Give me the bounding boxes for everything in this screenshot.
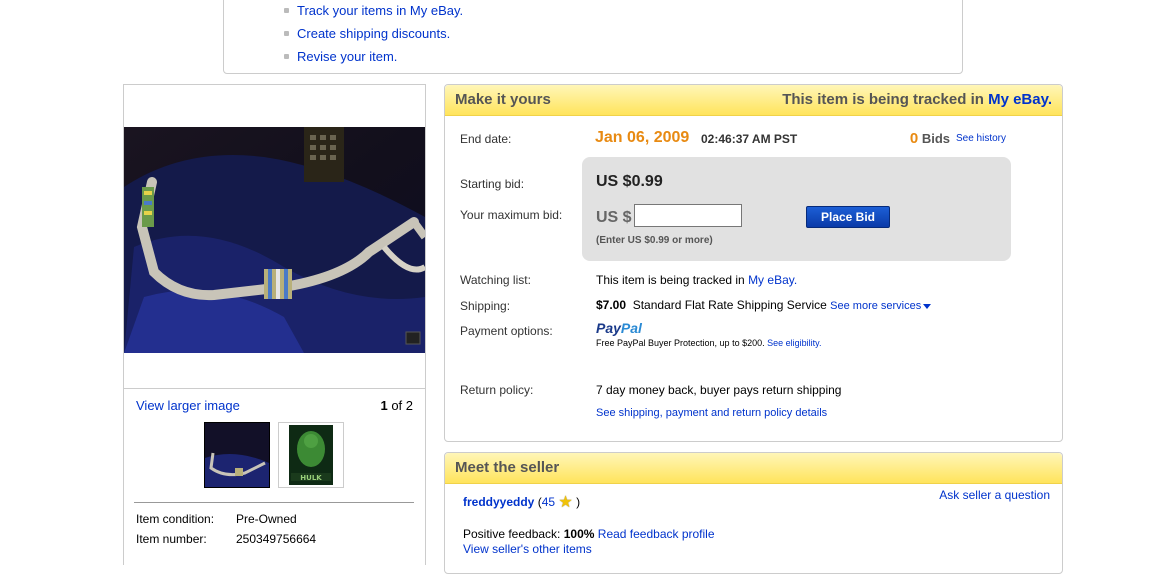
bid-hint: (Enter US $0.99 or more) — [596, 235, 713, 246]
track-items-link[interactable]: Track your items in My eBay. — [297, 3, 463, 18]
divider — [134, 502, 414, 503]
thumbnail-2[interactable]: HULK — [278, 422, 344, 488]
place-bid-button[interactable]: Place Bid — [806, 206, 890, 228]
item-gallery: View larger image 1 of 2 HULK Item condi… — [123, 84, 426, 565]
tracking-text: This item is being tracked in — [782, 91, 989, 108]
positive-feedback-value: 100% — [563, 527, 595, 541]
shipping-label: Shipping: — [460, 299, 511, 313]
ask-seller-link[interactable]: Ask seller a question — [939, 488, 1050, 502]
pager-total: of 2 — [391, 398, 413, 413]
paypal-protection: Free PayPal Buyer Protection, up to $200… — [596, 338, 822, 348]
read-feedback-link[interactable]: Read feedback profile — [598, 527, 715, 541]
policy-details-link[interactable]: See shipping, payment and return policy … — [596, 407, 827, 419]
shipping-value: $7.00 Standard Flat Rate Shipping Servic… — [596, 298, 932, 312]
bid-box: US $0.99 US $ (Enter US $0.99 or more) P… — [582, 157, 1011, 261]
feedback-close-paren: ) — [576, 495, 581, 509]
paypal-logo-pal: Pal — [620, 320, 642, 336]
shipping-cost: $7.00 — [596, 298, 627, 312]
item-number-row: Item number: 250349756664 — [136, 532, 316, 546]
item-condition-value: Pre-Owned — [236, 512, 297, 526]
see-eligibility-link[interactable]: See eligibility. — [767, 338, 821, 348]
thumbnail-2-image: HULK — [279, 423, 343, 487]
bullet-icon — [284, 31, 289, 36]
seller-tools-box: Track your items in My eBay. Create ship… — [223, 0, 963, 74]
bids-number: 0 — [909, 130, 919, 147]
bullet-icon — [284, 8, 289, 13]
starting-bid-value: US $0.99 — [596, 173, 663, 190]
tracking-notice: This item is being tracked in My eBay. — [782, 85, 1052, 115]
feedback-score-link[interactable]: 45 — [542, 495, 555, 509]
thumbnail-1-image — [205, 423, 269, 487]
my-ebay-link[interactable]: My eBay. — [988, 91, 1052, 108]
list-item: Create shipping discounts. — [284, 25, 463, 48]
chevron-down-icon — [923, 303, 932, 309]
paypal-logo-pay: Pay — [596, 320, 621, 336]
seller-info: freddyyeddy (45 ★ ) — [463, 492, 580, 512]
meet-seller-panel: Meet the seller freddyyeddy (45 ★ ) Ask … — [444, 452, 1063, 574]
paypal-logo: PayPal — [596, 320, 642, 336]
divider — [124, 388, 425, 389]
positive-feedback-row: Positive feedback: 100% Read feedback pr… — [463, 527, 715, 541]
revise-item-link[interactable]: Revise your item. — [297, 49, 397, 64]
item-number-label: Item number: — [136, 532, 207, 546]
make-it-yours-panel: Make it yours This item is being tracked… — [444, 84, 1063, 442]
see-more-services-link[interactable]: See more services — [830, 300, 932, 312]
watching-my-ebay-link[interactable]: My eBay. — [748, 273, 797, 287]
star-icon: ★ — [558, 494, 573, 511]
max-bid-input[interactable] — [634, 204, 742, 227]
meet-seller-title: Meet the seller — [455, 459, 560, 476]
item-photo-image — [124, 127, 425, 353]
item-condition-label: Item condition: — [136, 512, 215, 526]
return-policy-label: Return policy: — [460, 383, 534, 397]
thumbnail-1[interactable] — [204, 422, 270, 488]
shipping-service: Standard Flat Rate Shipping Service — [632, 298, 827, 312]
bids-label: Bids — [921, 131, 950, 146]
list-item: Track your items in My eBay. — [284, 2, 463, 25]
see-more-services-text: See more services — [830, 300, 922, 312]
make-it-yours-header: Make it yours This item is being tracked… — [445, 85, 1062, 116]
meet-seller-header: Meet the seller — [445, 453, 1062, 484]
shipping-discounts-link[interactable]: Create shipping discounts. — [297, 26, 450, 41]
payment-label: Payment options: — [460, 324, 553, 338]
end-time-value: 02:46:37 AM PST — [701, 132, 798, 146]
starting-bid-label: Starting bid: — [460, 177, 525, 191]
end-date-label: End date: — [460, 132, 512, 146]
pager-current: 1 — [380, 398, 388, 413]
watching-value: This item is being tracked in My eBay. — [596, 273, 797, 287]
positive-feedback-label: Positive feedback: — [463, 527, 561, 541]
paypal-protection-text: Free PayPal Buyer Protection, up to $200… — [596, 338, 765, 348]
item-photo[interactable] — [124, 127, 425, 353]
seller-other-items-link[interactable]: View seller's other items — [463, 542, 592, 556]
see-history-link[interactable]: See history — [956, 133, 1006, 144]
thumbnail-2-caption: HULK — [300, 474, 322, 482]
currency-prefix: US $ — [596, 209, 632, 226]
bids-count: 0 Bids — [910, 130, 950, 147]
watching-label: Watching list: — [460, 273, 531, 287]
make-it-yours-title: Make it yours — [455, 91, 551, 108]
list-item: Revise your item. — [284, 48, 463, 71]
image-pager: 1 of 2 — [380, 398, 413, 413]
item-number-value: 250349756664 — [236, 532, 317, 546]
watching-text: This item is being tracked in — [596, 273, 749, 287]
item-condition-row: Item condition: Pre-Owned — [136, 512, 297, 526]
end-date-value: Jan 06, 2009 — [595, 129, 690, 146]
bullet-icon — [284, 54, 289, 59]
seller-tools-list: Track your items in My eBay. Create ship… — [284, 2, 463, 71]
seller-name-link[interactable]: freddyyeddy — [463, 495, 534, 509]
view-larger-image-link[interactable]: View larger image — [136, 398, 240, 413]
return-policy-value: 7 day money back, buyer pays return ship… — [596, 383, 842, 397]
max-bid-label: Your maximum bid: — [460, 208, 563, 222]
